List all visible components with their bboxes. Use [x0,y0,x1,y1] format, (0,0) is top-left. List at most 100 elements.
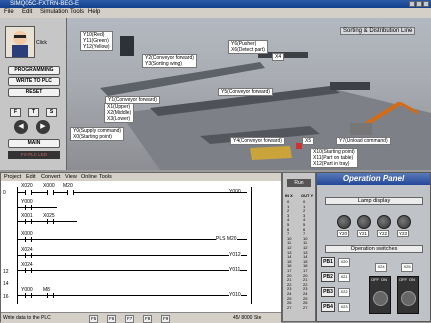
contact[interactable] [25,190,32,195]
maximize-button[interactable] [416,1,422,7]
ladder-menu-online[interactable]: Online [81,174,97,180]
label-y4: Y4(Conveyor forward) [230,137,285,145]
label-y7: Y7(Unload command) [336,137,391,145]
rung-number: 0 [3,190,6,196]
label-y0: Y0(Supply command) X0(Starting point) [70,127,125,141]
signal-tower [120,36,134,56]
rung-wire [17,207,57,208]
pushbutton-pb4[interactable]: PB4 [321,302,335,312]
lamp-label: Y23 [397,230,410,237]
rung-wire [17,255,247,256]
control-panel: Click PROGRAMMING WRITE TO PLC RESET F T… [0,18,67,170]
label-y12-yellow: Y12(Yellow) [83,44,110,50]
io-monitor: Run IN X OUT Y 0 0 1 1 2 2 3 3 4 4 5 5 6 6 7 7 10 10 11 11 1… [282,172,316,322]
contact[interactable] [67,190,74,195]
lamp-y23 [397,215,411,229]
rung-wire [17,270,247,271]
lamp-y22 [377,215,391,229]
t-key[interactable]: T [28,108,39,117]
ladder-statusbar: Write data to the PLC F5 F6 F7 F8 F9 45/… [1,312,281,323]
menu-edit[interactable]: Edit [22,9,32,15]
lamp-label: Y22 [377,230,390,237]
left-arrow-icon[interactable]: ◀ [14,120,28,134]
click-hint: Click [36,40,47,46]
pb-address: X23 [338,303,350,312]
teacher-icon [12,31,28,57]
operation-panel: Operation Panel Lamp display Y20 Y21 Y22… [316,172,431,322]
minimize-button[interactable] [409,1,415,7]
label-x3-lower: X3(Lower) [107,116,131,122]
label-y2: Y2(Conveyor forward) Y3(Sorting wing) [142,54,197,68]
reset-button[interactable]: RESET [8,88,60,97]
ladder-menu-convert[interactable]: Convert [41,174,60,180]
label-y3-sorting-wing: Y3(Sorting wing) [145,61,182,67]
io-in-row: 27 [287,304,292,310]
switch-address: X25 [401,263,413,272]
rung-number: 16 [3,294,9,300]
ladder-menu-view[interactable]: View [65,174,77,180]
step-count: 45/ 8000 Ste [233,315,262,321]
coil-label[interactable]: Y000 [229,189,241,195]
plc-status: FX-PLC LED [8,151,60,159]
programming-button[interactable]: PROGRAMMING [8,66,60,75]
lamp-display-header: Lamp display [325,197,423,205]
switch-knob-icon[interactable] [401,291,416,306]
ladder-editor: Project Edit Convert View Online Tools 0… [0,172,282,323]
rung-wire [17,295,247,296]
ladder-menu: Project Edit Convert View Online Tools [1,173,281,181]
switch-on-label: ON [381,277,387,282]
rung-wire [17,221,77,222]
left-power-rail [17,187,18,304]
label-y6: Y6(Pusher) X6(Detect part) [228,40,268,54]
pushbutton-pb1[interactable]: PB1 [321,257,335,267]
f-key[interactable]: F [10,108,21,117]
switch-on-label: ON [409,277,415,282]
right-arrow-icon[interactable]: ▶ [36,120,50,134]
lamp-y20 [337,215,351,229]
avatar [5,26,35,58]
contact-label: X020 [21,183,33,189]
lamp-y21 [357,215,371,229]
main-button[interactable]: MAIN [8,139,60,148]
contact-label: X000 [43,183,55,189]
right-power-rail [251,187,252,304]
ladder-menu-project[interactable]: Project [4,174,21,180]
coil-label[interactable]: PLS M20 [216,236,237,242]
conveyor-right [330,82,370,90]
switch-address: X24 [375,263,387,272]
window-titlebar: SIMQ05C-FXTRN-BEG-E [0,0,431,8]
label-x6-detect: X6(Detect part) [231,47,265,53]
run-indicator: Run [287,179,311,187]
pb-address: X22 [338,288,350,297]
menu-simulation[interactable]: Simulation [40,9,68,15]
ladder-menu-edit[interactable]: Edit [26,174,35,180]
pb-address: X21 [338,273,350,282]
pushbutton-pb2[interactable]: PB2 [321,272,335,282]
coil-label[interactable]: Y010 [229,292,241,298]
window-title: SIMQ05C-FXTRN-BEG-E [10,1,80,7]
contact[interactable] [47,190,54,195]
ladder-menu-tools[interactable]: Tools [99,174,112,180]
close-button[interactable] [423,1,429,7]
label-x5: X5 [302,137,315,145]
label-x0-start: X0(Starting point) [73,134,112,140]
coil-label[interactable]: Y012 [229,252,241,258]
write-to-plc-button[interactable]: WRITE TO PLC [8,77,60,86]
label-y10: Y10(Red) Y11(Green) Y12(Yellow) [80,31,113,51]
switch-knob-icon[interactable] [373,291,388,306]
contact-label: M20 [63,183,73,189]
rung-wire [17,239,247,240]
status-message: Write data to the PLC [3,315,51,321]
coil-label[interactable]: Y011 [229,267,241,273]
operation-panel-title: Operation Panel [317,173,430,185]
menu-help[interactable]: Help [88,9,100,15]
operation-switches-header: Operation switches [325,245,423,253]
rung-number: 12 [3,269,9,275]
rung-number: 14 [3,281,9,287]
menu-tools[interactable]: Tools [70,9,84,15]
s-key[interactable]: S [46,108,57,117]
pushbutton-pb3[interactable]: PB3 [321,287,335,297]
io-out-header: OUT Y [301,193,314,198]
menu-file[interactable]: File [4,9,14,15]
label-x123: X1(Upper) X2(Middle) X3(Lower) [104,103,135,123]
